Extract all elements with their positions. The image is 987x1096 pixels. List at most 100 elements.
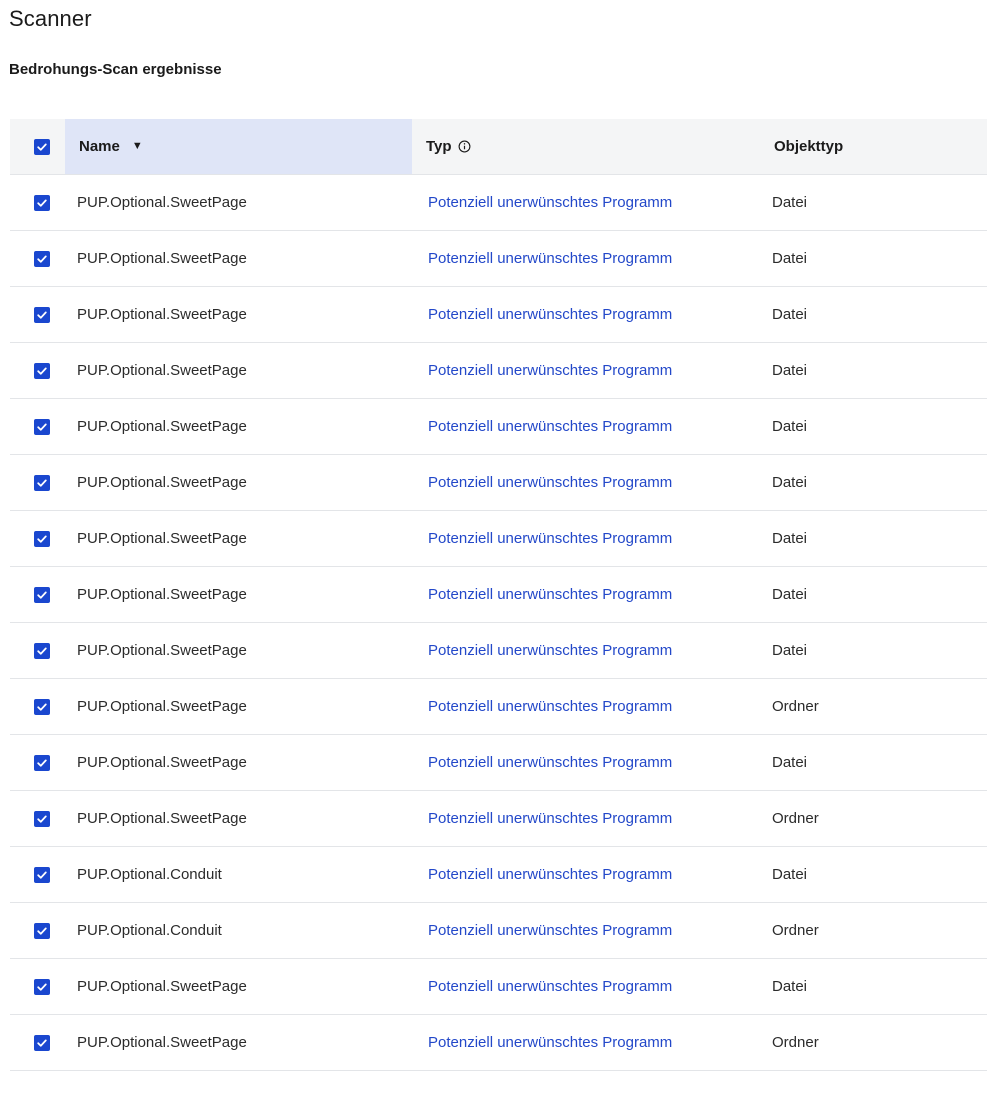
threat-type-link[interactable]: Potenziell unerwünschtes Programm	[428, 922, 672, 939]
row-typ-cell: Potenziell unerwünschtes Programm	[412, 511, 757, 566]
column-header-typ[interactable]: Typ	[412, 119, 757, 174]
object-type: Datei	[772, 586, 808, 603]
threat-type-link[interactable]: Potenziell unerwünschtes Programm	[428, 698, 672, 715]
row-select-cell	[10, 679, 65, 734]
object-type: Datei	[772, 866, 808, 883]
column-header-name[interactable]: Name ▼	[65, 119, 412, 174]
row-checkbox[interactable]	[33, 586, 50, 603]
row-name-cell: PUP.Optional.SweetPage	[65, 511, 412, 566]
table-row[interactable]: PUP.Optional.SweetPage Potenziell unerwün…	[10, 399, 987, 455]
row-checkbox[interactable]	[33, 250, 50, 267]
threat-type-link[interactable]: Potenziell unerwünschtes Programm	[428, 362, 672, 379]
row-select-cell	[10, 231, 65, 286]
threat-name: PUP.Optional.SweetPage	[77, 642, 247, 659]
threat-type-link[interactable]: Potenziell unerwünschtes Programm	[428, 866, 672, 883]
object-type: Datei	[772, 978, 808, 995]
row-select-cell	[10, 455, 65, 510]
threat-type-link[interactable]: Potenziell unerwünschtes Programm	[428, 530, 672, 547]
checkmark-icon	[36, 983, 47, 991]
checkmark-icon	[36, 591, 47, 599]
table-row[interactable]: PUP.Optional.SweetPage Potenziell unerwün…	[10, 455, 987, 511]
threat-name: PUP.Optional.Conduit	[77, 922, 222, 939]
table-row[interactable]: PUP.Optional.SweetPage Potenziell unerwün…	[10, 567, 987, 623]
row-select-cell	[10, 903, 65, 958]
object-type: Datei	[772, 642, 808, 659]
checkmark-icon	[36, 423, 47, 431]
threat-type-link[interactable]: Potenziell unerwünschtes Programm	[428, 586, 672, 603]
object-type: Datei	[772, 250, 808, 267]
object-type: Ordner	[772, 810, 819, 827]
threat-name: PUP.Optional.SweetPage	[77, 754, 247, 771]
threat-type-link[interactable]: Potenziell unerwünschtes Programm	[428, 1034, 672, 1051]
table-row[interactable]: PUP.Optional.SweetPage Potenziell unerwün…	[10, 175, 987, 231]
row-checkbox[interactable]	[33, 418, 50, 435]
row-checkbox[interactable]	[33, 194, 50, 211]
row-select-cell	[10, 399, 65, 454]
row-checkbox[interactable]	[33, 866, 50, 883]
table-row[interactable]: PUP.Optional.SweetPage Potenziell unerwün…	[10, 959, 987, 1015]
select-all-checkbox[interactable]	[33, 138, 50, 155]
table-row[interactable]: PUP.Optional.SweetPage Potenziell unerwün…	[10, 735, 987, 791]
threat-type-link[interactable]: Potenziell unerwünschtes Programm	[428, 306, 672, 323]
row-checkbox[interactable]	[33, 362, 50, 379]
row-typ-cell: Potenziell unerwünschtes Programm	[412, 959, 757, 1014]
threat-type-link[interactable]: Potenziell unerwünschtes Programm	[428, 250, 672, 267]
checkmark-icon	[36, 255, 47, 263]
row-name-cell: PUP.Optional.SweetPage	[65, 455, 412, 510]
info-icon[interactable]	[458, 140, 471, 153]
object-type: Datei	[772, 474, 808, 491]
row-name-cell: PUP.Optional.SweetPage	[65, 231, 412, 286]
row-typ-cell: Potenziell unerwünschtes Programm	[412, 231, 757, 286]
table-row[interactable]: PUP.Optional.SweetPage Potenziell unerwün…	[10, 511, 987, 567]
row-name-cell: PUP.Optional.SweetPage	[65, 679, 412, 734]
row-name-cell: PUP.Optional.SweetPage	[65, 175, 412, 230]
table-row[interactable]: PUP.Optional.SweetPage Potenziell unerwün…	[10, 623, 987, 679]
table-row[interactable]: PUP.Optional.SweetPage Potenziell unerwün…	[10, 791, 987, 847]
row-typ-cell: Potenziell unerwünschtes Programm	[412, 623, 757, 678]
row-objekttyp-cell: Ordner	[757, 903, 987, 958]
row-checkbox[interactable]	[33, 530, 50, 547]
table-row[interactable]: PUP.Optional.SweetPage Potenziell unerwün…	[10, 1015, 987, 1071]
row-name-cell: PUP.Optional.Conduit	[65, 903, 412, 958]
table-row[interactable]: PUP.Optional.SweetPage Potenziell unerwün…	[10, 231, 987, 287]
row-objekttyp-cell: Datei	[757, 231, 987, 286]
row-checkbox[interactable]	[33, 810, 50, 827]
row-objekttyp-cell: Datei	[757, 287, 987, 342]
row-typ-cell: Potenziell unerwünschtes Programm	[412, 287, 757, 342]
row-name-cell: PUP.Optional.Conduit	[65, 847, 412, 902]
row-name-cell: PUP.Optional.SweetPage	[65, 343, 412, 398]
row-checkbox[interactable]	[33, 978, 50, 995]
table-row[interactable]: PUP.Optional.Conduit Potenziell unerwünsc…	[10, 903, 987, 959]
checkmark-icon	[36, 759, 47, 767]
table-row[interactable]: PUP.Optional.SweetPage Potenziell unerwün…	[10, 287, 987, 343]
threat-name: PUP.Optional.SweetPage	[77, 810, 247, 827]
row-select-cell	[10, 567, 65, 622]
threat-type-link[interactable]: Potenziell unerwünschtes Programm	[428, 642, 672, 659]
row-checkbox[interactable]	[33, 922, 50, 939]
checkmark-icon	[36, 1039, 47, 1047]
page-subtitle: Bedrohungs-Scan ergebnisse	[9, 61, 222, 78]
row-checkbox[interactable]	[33, 642, 50, 659]
table-row[interactable]: PUP.Optional.SweetPage Potenziell unerwün…	[10, 679, 987, 735]
row-checkbox[interactable]	[33, 306, 50, 323]
threat-name: PUP.Optional.SweetPage	[77, 586, 247, 603]
row-objekttyp-cell: Ordner	[757, 791, 987, 846]
table-row[interactable]: PUP.Optional.Conduit Potenziell unerwünsc…	[10, 847, 987, 903]
row-checkbox[interactable]	[33, 698, 50, 715]
column-header-objekttyp[interactable]: Objekttyp	[757, 119, 987, 174]
row-objekttyp-cell: Datei	[757, 735, 987, 790]
checkmark-icon	[36, 479, 47, 487]
threat-type-link[interactable]: Potenziell unerwünschtes Programm	[428, 474, 672, 491]
threat-name: PUP.Optional.SweetPage	[77, 250, 247, 267]
threat-type-link[interactable]: Potenziell unerwünschtes Programm	[428, 810, 672, 827]
threat-type-link[interactable]: Potenziell unerwünschtes Programm	[428, 194, 672, 211]
column-header-typ-label: Typ	[426, 138, 452, 155]
threat-type-link[interactable]: Potenziell unerwünschtes Programm	[428, 754, 672, 771]
threat-type-link[interactable]: Potenziell unerwünschtes Programm	[428, 418, 672, 435]
table-row[interactable]: PUP.Optional.SweetPage Potenziell unerwün…	[10, 343, 987, 399]
row-checkbox[interactable]	[33, 1034, 50, 1051]
row-checkbox[interactable]	[33, 474, 50, 491]
threat-type-link[interactable]: Potenziell unerwünschtes Programm	[428, 978, 672, 995]
row-checkbox[interactable]	[33, 754, 50, 771]
header-select-all-cell	[10, 119, 65, 174]
